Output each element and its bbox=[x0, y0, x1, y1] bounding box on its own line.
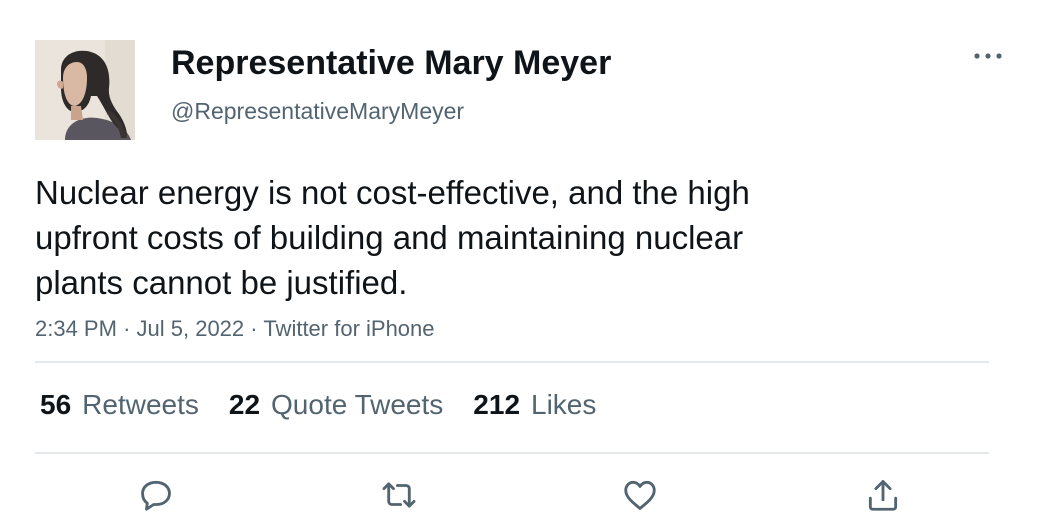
more-options-button[interactable] bbox=[970, 44, 1006, 68]
tweet-text-line: plants cannot be justified. bbox=[35, 264, 408, 301]
author-name[interactable]: Representative Mary Meyer bbox=[171, 44, 611, 83]
divider bbox=[35, 452, 989, 454]
retweets-stat[interactable]: 56 Retweets bbox=[40, 389, 199, 421]
meta-separator: · bbox=[250, 316, 264, 341]
divider bbox=[35, 361, 989, 363]
avatar[interactable] bbox=[35, 40, 135, 140]
meta-separator: · bbox=[123, 316, 137, 341]
tweet-text-line: upfront costs of building and maintainin… bbox=[35, 219, 744, 256]
tweet-text: Nuclear energy is not cost-effective, an… bbox=[35, 170, 835, 305]
likes-stat[interactable]: 212 Likes bbox=[473, 389, 596, 421]
tweet-time[interactable]: 2:34 PM bbox=[35, 316, 117, 341]
quote-tweets-label: Quote Tweets bbox=[271, 389, 444, 420]
retweet-button[interactable] bbox=[374, 470, 424, 520]
reply-button[interactable] bbox=[131, 470, 181, 520]
share-icon bbox=[868, 480, 898, 511]
tweet-date[interactable]: Jul 5, 2022 bbox=[137, 316, 245, 341]
retweet-icon bbox=[382, 482, 416, 508]
heart-icon bbox=[624, 480, 656, 510]
share-button[interactable] bbox=[858, 470, 908, 520]
retweets-count: 56 bbox=[40, 389, 72, 420]
likes-label: Likes bbox=[531, 389, 597, 420]
more-options-icon bbox=[974, 53, 1002, 59]
tweet-source[interactable]: Twitter for iPhone bbox=[263, 316, 434, 341]
retweets-label: Retweets bbox=[82, 389, 199, 420]
tweet-text-line: Nuclear energy is not cost-effective, an… bbox=[35, 174, 750, 211]
reply-icon bbox=[141, 480, 171, 511]
action-bar bbox=[0, 470, 1050, 520]
likes-count: 212 bbox=[473, 389, 521, 420]
tweet-stats: 56 Retweets 22 Quote Tweets 212 Likes bbox=[40, 387, 626, 423]
like-button[interactable] bbox=[615, 470, 665, 520]
quote-tweets-count: 22 bbox=[228, 389, 261, 420]
author-handle[interactable]: @RepresentativeMaryMeyer bbox=[171, 98, 464, 125]
profile-photo bbox=[35, 40, 135, 140]
quote-tweets-stat[interactable]: 22 Quote Tweets bbox=[229, 389, 443, 421]
tweet-metadata: 2:34 PM · Jul 5, 2022 · Twitter for iPho… bbox=[35, 316, 435, 342]
